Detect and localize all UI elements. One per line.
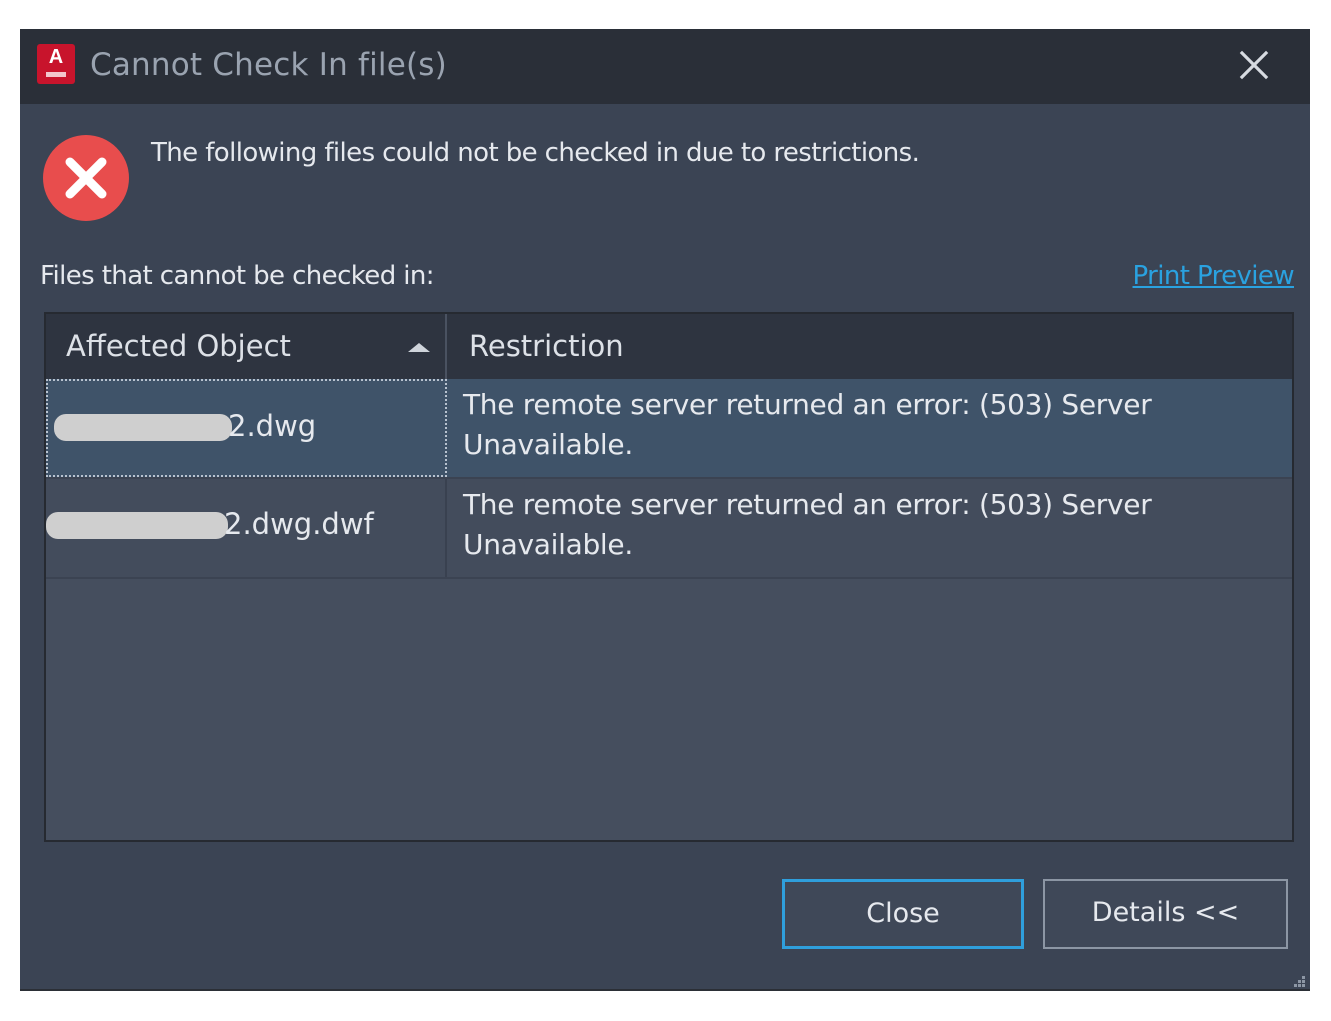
error-icon: [42, 134, 130, 222]
column-header-label: Restriction: [469, 329, 624, 363]
table-row[interactable]: 2.dwg The remote server returned an erro…: [46, 379, 1292, 479]
print-preview-link[interactable]: Print Preview: [1133, 259, 1295, 293]
close-button[interactable]: Close: [782, 879, 1024, 949]
restriction-text-line: The remote server returned an error: (50…: [463, 388, 1152, 421]
resize-grip-icon[interactable]: [1294, 973, 1306, 987]
restriction-cell: The remote server returned an error: (50…: [449, 385, 1243, 465]
dialog-title: Cannot Check In file(s): [90, 47, 447, 83]
restriction-text-line: The remote server returned an error: (50…: [463, 488, 1152, 521]
filename-suffix: 2.dwg: [228, 409, 317, 443]
title-bar[interactable]: A Cannot Check In file(s): [20, 29, 1310, 104]
affected-files-table: Affected Object Restriction 2.dwg The re…: [44, 312, 1294, 842]
column-header-restriction[interactable]: Restriction: [449, 314, 1292, 379]
close-icon[interactable]: [1232, 43, 1276, 87]
close-x-glyph: [1239, 50, 1269, 80]
details-button[interactable]: Details <<: [1043, 879, 1288, 949]
affected-object-cell[interactable]: 2.dwg.dwf: [46, 479, 447, 577]
restriction-cell: The remote server returned an error: (50…: [449, 485, 1243, 565]
app-icon-letter: A: [48, 46, 64, 68]
sort-ascending-icon: [408, 343, 430, 352]
column-header-label: Affected Object: [66, 329, 291, 363]
autocad-app-icon: A: [37, 44, 75, 84]
app-icon-strip: [46, 72, 66, 77]
column-header-affected-object[interactable]: Affected Object: [46, 314, 447, 379]
redacted-filename-block: [54, 414, 232, 441]
affected-object-cell[interactable]: 2.dwg: [46, 379, 447, 477]
table-header: Affected Object Restriction: [46, 314, 1292, 379]
redacted-filename-block: [46, 512, 228, 539]
restriction-text-line: Unavailable.: [463, 428, 633, 461]
cannot-check-in-dialog: A Cannot Check In file(s) The following …: [20, 29, 1310, 991]
error-message: The following files could not be checked…: [151, 138, 920, 168]
restriction-text-line: Unavailable.: [463, 528, 633, 561]
files-label: Files that cannot be checked in:: [40, 261, 435, 291]
filename-suffix: 2.dwg.dwf: [224, 507, 374, 541]
table-row[interactable]: 2.dwg.dwf The remote server returned an …: [46, 479, 1292, 579]
